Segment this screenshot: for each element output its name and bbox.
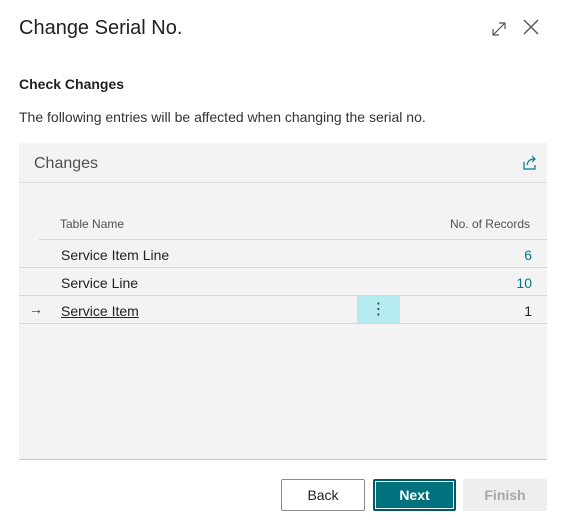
section-heading: Check Changes [19, 76, 125, 92]
table-row[interactable]: Service Line 10 [19, 268, 547, 296]
row-record-count: 1 [524, 303, 532, 319]
changes-part: Changes Table Name No. of Records Servic… [19, 143, 547, 460]
column-header-table-name[interactable]: Table Name [60, 217, 124, 231]
table-row[interactable]: Service Item Line 6 [19, 240, 547, 268]
close-icon[interactable] [521, 17, 541, 37]
row-actions-menu-icon[interactable]: ⋮ [357, 296, 400, 323]
row-record-count[interactable]: 6 [524, 247, 532, 263]
finish-button[interactable]: Finish [463, 479, 547, 511]
row-table-name: Service Item Line [61, 247, 170, 263]
share-icon[interactable] [521, 154, 539, 172]
column-header-no-of-records[interactable]: No. of Records [450, 217, 530, 231]
part-header: Changes [19, 143, 547, 183]
row-table-name: Service Line [61, 275, 139, 291]
table-row-selected[interactable]: → Service Item ⋮ 1 [19, 296, 547, 324]
dialog-title: Change Serial No. [19, 17, 183, 39]
change-serial-no-dialog: Change Serial No. Check Changes The foll… [0, 0, 567, 532]
part-title: Changes [34, 155, 99, 172]
expand-icon[interactable] [489, 19, 509, 39]
back-button[interactable]: Back [281, 479, 365, 511]
instructions-text: The following entries will be affected w… [19, 109, 426, 125]
right-arrow-icon: → [29, 301, 43, 317]
row-table-name[interactable]: Service Item [61, 303, 139, 319]
next-button[interactable]: Next [373, 479, 456, 511]
row-record-count[interactable]: 10 [516, 275, 532, 291]
